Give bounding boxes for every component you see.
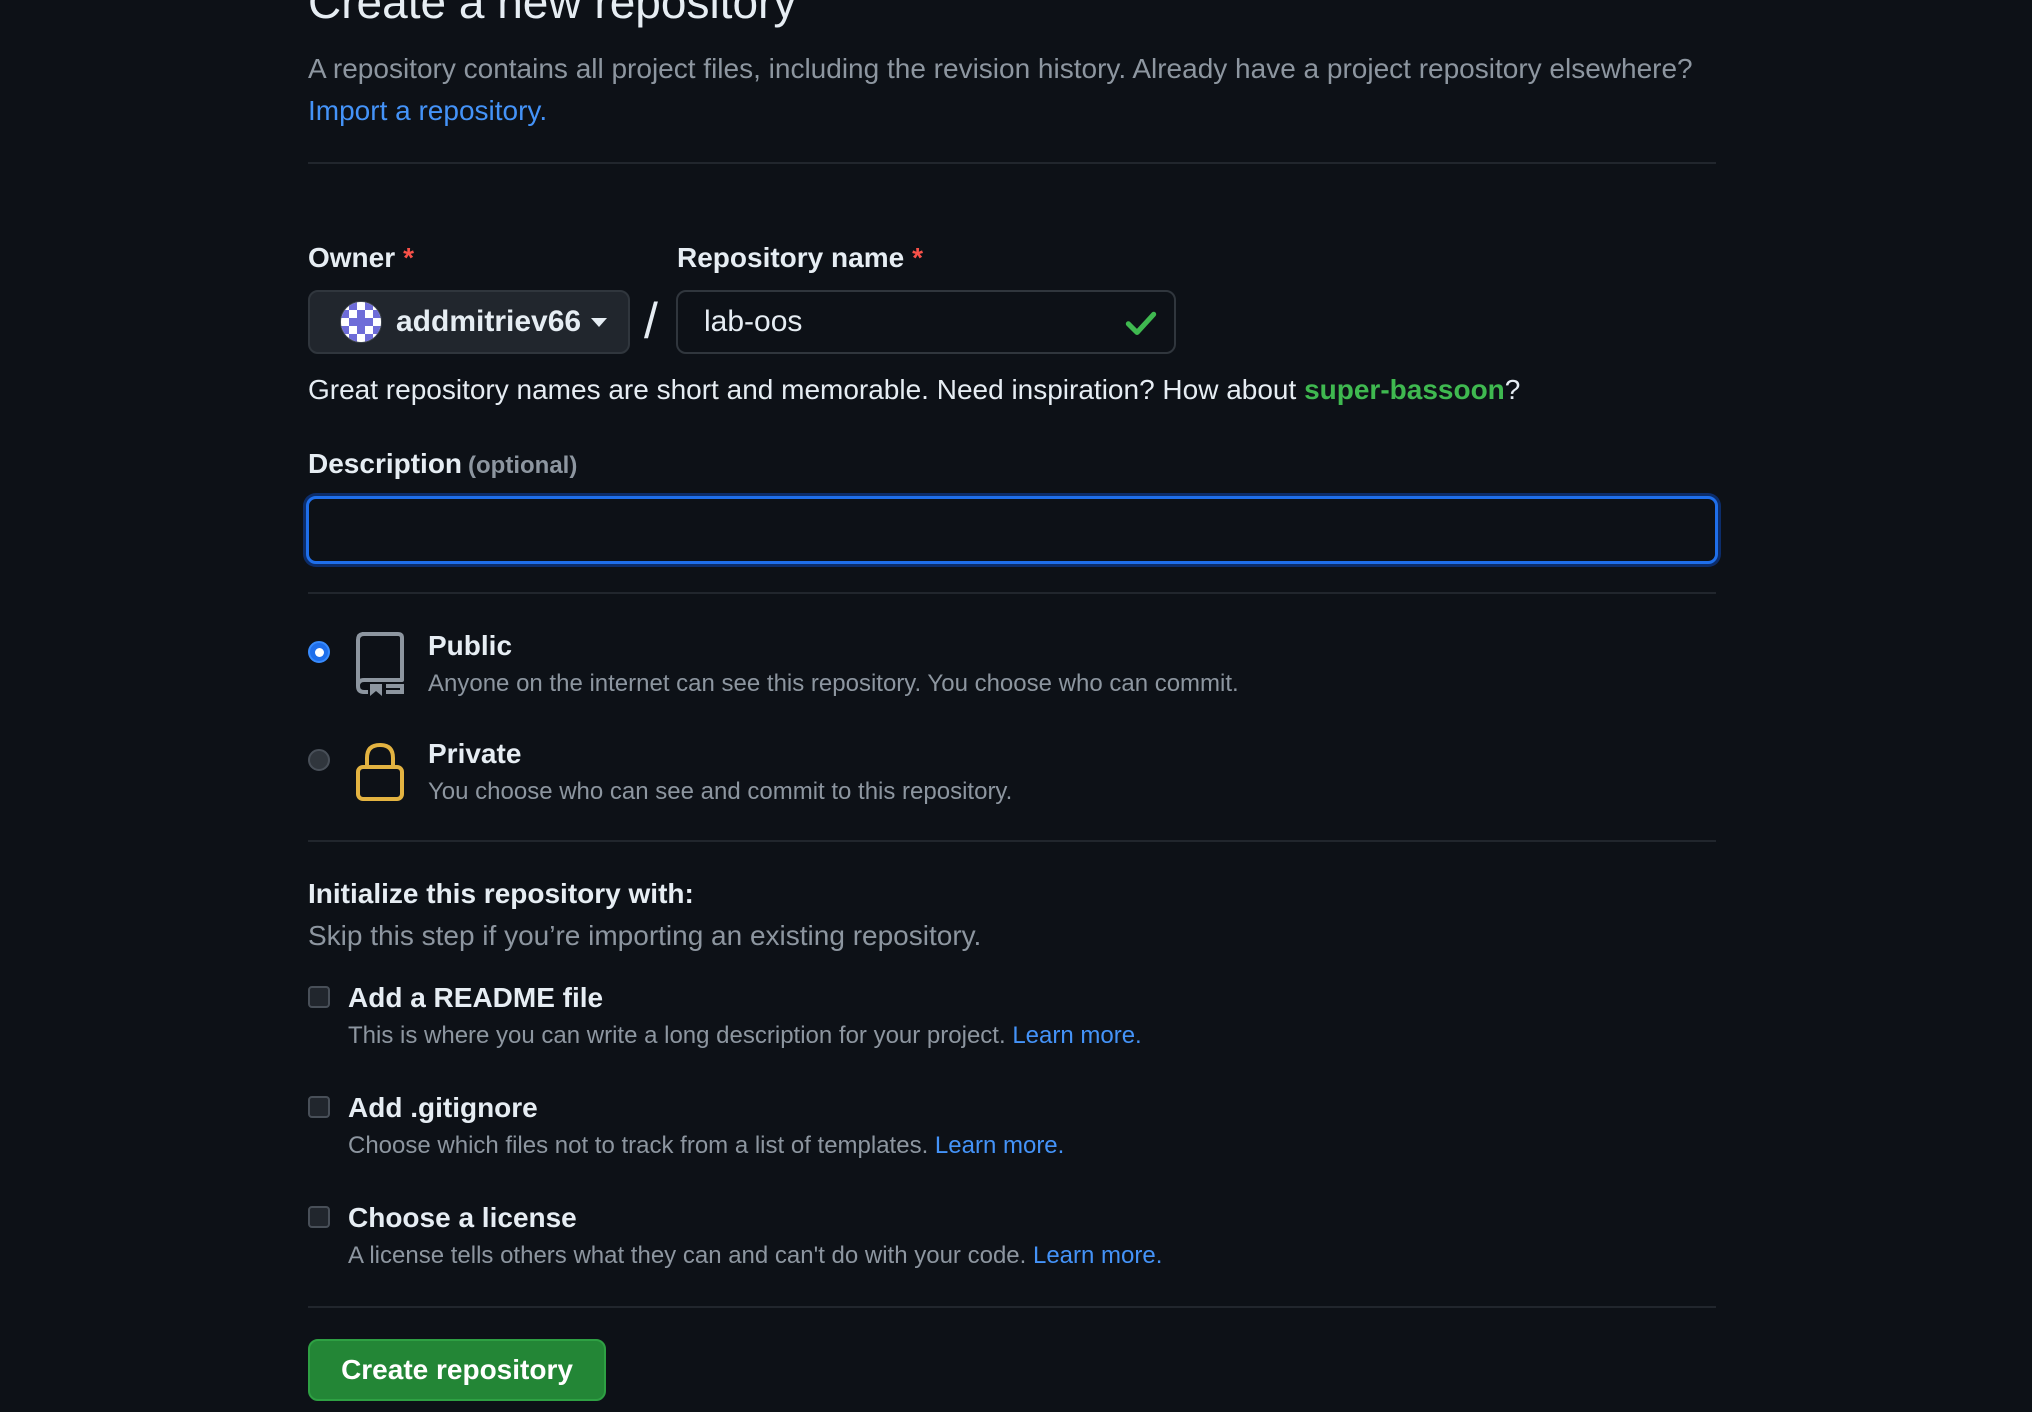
gitignore-desc: Choose which files not to track from a l…: [348, 1132, 1064, 1160]
description-input[interactable]: [309, 499, 1715, 561]
divider: [308, 1306, 1716, 1308]
repo-name-field[interactable]: [676, 290, 1176, 354]
lock-icon: [356, 742, 404, 801]
license-title: Choose a license: [348, 1202, 577, 1233]
repo-name-label: Repository name *: [677, 242, 923, 274]
readme-learn-more-link[interactable]: Learn more.: [1012, 1022, 1141, 1049]
description-label: Description (optional): [308, 448, 577, 480]
public-title: Public: [428, 630, 513, 661]
chevron-down-icon: [591, 317, 608, 327]
page-title: Create a new repository: [308, 0, 797, 28]
gitignore-desc-text: Choose which files not to track from a l…: [348, 1132, 929, 1159]
license-desc: A license tells others what they can and…: [348, 1242, 1162, 1270]
name-hint: Great repository names are short and mem…: [308, 374, 1520, 406]
required-mark: *: [403, 242, 415, 273]
init-title: Initialize this repository with:: [308, 878, 694, 909]
divider: [308, 592, 1716, 594]
owner-select[interactable]: addmitriev66: [308, 290, 630, 354]
check-icon: [1125, 311, 1157, 336]
repo-icon: [356, 632, 404, 696]
readme-title: Add a README file: [348, 982, 604, 1013]
readme-desc: This is where you can write a long descr…: [348, 1022, 1142, 1050]
license-desc-text: A license tells others what they can and…: [348, 1242, 1027, 1269]
page-intro: A repository contains all project files,…: [308, 48, 1728, 132]
readme-checkbox[interactable]: [308, 986, 330, 1008]
init-subtitle: Skip this step if you’re importing an ex…: [308, 920, 982, 951]
owner-name: addmitriev66: [396, 305, 582, 338]
gitignore-title: Add .gitignore: [348, 1092, 538, 1123]
avatar: [340, 301, 382, 343]
description-label-text: Description: [308, 448, 463, 479]
owner-label: Owner *: [308, 242, 414, 274]
owner-label-text: Owner: [308, 242, 396, 273]
owner-repo-separator: /: [644, 293, 658, 349]
divider: [308, 162, 1716, 164]
license-checkbox[interactable]: [308, 1206, 330, 1228]
public-radio[interactable]: [308, 641, 330, 663]
divider: [308, 840, 1716, 842]
import-repository-link[interactable]: Import a repository.: [308, 95, 547, 126]
repo-name-input[interactable]: [704, 305, 1084, 339]
name-suggestion[interactable]: super-bassoon: [1304, 374, 1505, 405]
private-desc: You choose who can see and commit to thi…: [428, 778, 1013, 805]
description-field[interactable]: [306, 496, 1718, 564]
create-repository-button[interactable]: Create repository: [308, 1339, 606, 1401]
hint-text: Great repository names are short and mem…: [308, 374, 1297, 405]
license-learn-more-link[interactable]: Learn more.: [1033, 1242, 1162, 1269]
private-title: Private: [428, 738, 522, 769]
hint-suffix: ?: [1504, 374, 1521, 405]
required-mark: *: [912, 242, 924, 273]
intro-text: A repository contains all project files,…: [308, 53, 1693, 84]
gitignore-checkbox[interactable]: [308, 1096, 330, 1118]
gitignore-learn-more-link[interactable]: Learn more.: [935, 1132, 1064, 1159]
private-radio[interactable]: [308, 749, 330, 771]
optional-tag: (optional): [468, 452, 578, 479]
public-desc: Anyone on the internet can see this repo…: [428, 670, 1239, 697]
readme-desc-text: This is where you can write a long descr…: [348, 1022, 1006, 1049]
repo-name-label-text: Repository name: [677, 242, 905, 273]
